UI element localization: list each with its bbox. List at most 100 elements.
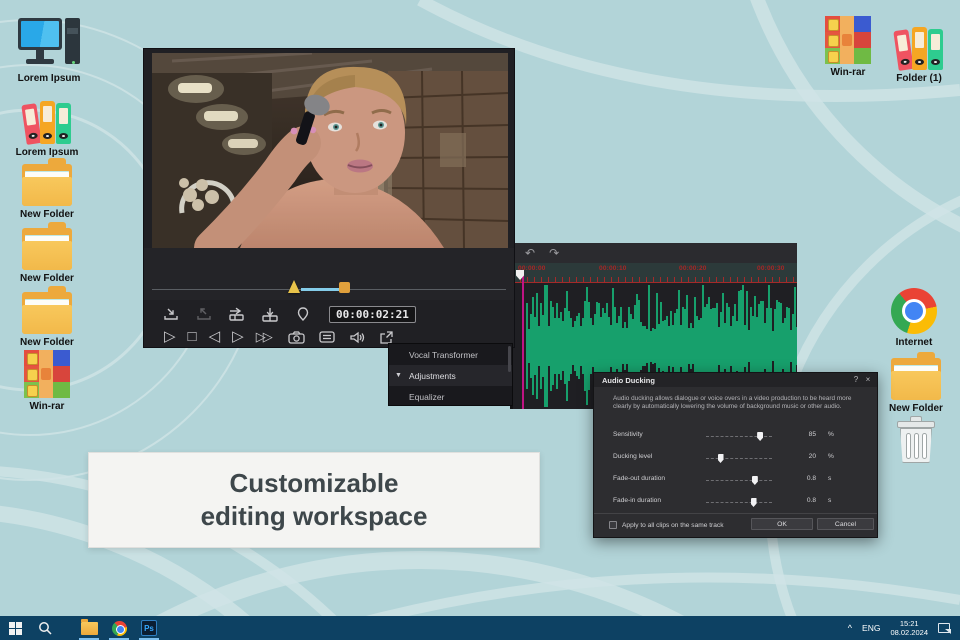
desktop-icon-binders[interactable]: Lorem Ipsum (12, 96, 82, 158)
overwrite-clip-icon[interactable] (228, 306, 246, 322)
clock[interactable]: 15:21 08.02.2024 (890, 619, 928, 637)
winrar-icon (825, 16, 871, 64)
stop-button[interactable]: □ (188, 329, 197, 345)
slider-track[interactable] (706, 436, 772, 437)
taskbar: Ps ^ ENG 15:21 08.02.2024 (0, 616, 960, 640)
dialog-separator (594, 513, 877, 514)
slider-thumb[interactable] (752, 476, 758, 485)
menu-item-label: Vocal Transformer (409, 350, 478, 360)
slider-value: 0.8 (794, 475, 816, 482)
play-button[interactable]: ▷ (164, 329, 176, 345)
close-icon[interactable]: × (863, 375, 873, 384)
trim-out-handle[interactable] (339, 282, 350, 293)
desktop-icon-winrar[interactable]: Win-rar (12, 350, 82, 412)
slider-row-ducking-level: Ducking level 20 % (594, 453, 877, 465)
recycle-bin-icon (897, 416, 935, 464)
desktop-icon-recycle-bin[interactable] (881, 416, 951, 464)
ok-button[interactable]: OK (751, 518, 813, 530)
search-icon (38, 621, 52, 635)
caption-banner: Customizable editing workspace (88, 452, 540, 548)
timecode-display[interactable]: 00:00:02:21 (329, 306, 416, 323)
help-icon[interactable]: ? (851, 375, 861, 384)
previous-frame-button[interactable]: ◁ (209, 329, 221, 345)
winrar-icon (24, 350, 70, 398)
desktop-icon-folder-3[interactable]: New Folder (12, 286, 82, 348)
folder-icon (891, 358, 941, 400)
slider-value: 20 (794, 453, 816, 460)
desktop-icon-winrar-2[interactable]: Win-rar (813, 16, 883, 78)
desktop-icon-label: Internet (879, 337, 949, 348)
windows-logo-icon (9, 622, 22, 635)
slider-unit: s (828, 475, 831, 482)
properties-icon[interactable] (318, 329, 336, 345)
slider-track[interactable] (706, 502, 772, 503)
slider-track[interactable] (706, 458, 772, 459)
slider-thumb[interactable] (718, 454, 724, 463)
insert-clip-icon[interactable] (261, 306, 279, 322)
slider-unit: s (828, 497, 831, 504)
notification-center-icon[interactable] (938, 623, 950, 633)
slider-label: Sensitivity (613, 431, 643, 438)
binders-icon (21, 98, 73, 144)
undo-icon[interactable]: ↶ (525, 247, 535, 259)
taskbar-photoshop[interactable]: Ps (134, 616, 164, 640)
dialog-title: Audio Ducking (594, 376, 655, 385)
taskbar-chrome[interactable] (104, 616, 134, 640)
photoshop-icon: Ps (141, 620, 157, 636)
cancel-button[interactable]: Cancel (817, 518, 874, 530)
slider-thumb[interactable] (751, 498, 757, 507)
audio-toolbar: ↶ ↷ (513, 243, 797, 263)
trim-in-handle[interactable] (288, 280, 300, 293)
slider-unit: % (828, 453, 834, 460)
tray-date: 08.02.2024 (890, 628, 928, 637)
player-toolbar-row1: 00:00:02:21 (152, 301, 508, 327)
mark-out-icon[interactable] (195, 306, 213, 322)
slider-label: Ducking level (613, 453, 652, 460)
mark-in-icon[interactable] (162, 306, 180, 322)
menu-scrollbar[interactable] (508, 346, 511, 372)
slider-thumb[interactable] (757, 432, 763, 441)
next-frame-button[interactable]: ▷ (232, 329, 244, 345)
slider-label: Fade-out duration (613, 475, 665, 482)
seek-selected-range[interactable] (301, 288, 343, 291)
desktop-icon-folder-1[interactable]: New Folder (12, 158, 82, 220)
desktop-icon-label: New Folder (881, 403, 951, 414)
video-preview[interactable] (152, 53, 508, 248)
desktop-icon-label: New Folder (12, 337, 82, 348)
folder-icon (22, 228, 72, 270)
slider-row-fade-in: Fade-in duration 0.8 s (594, 497, 877, 509)
desktop-icon-internet[interactable]: Internet (879, 286, 949, 348)
slider-label: Fade-in duration (613, 497, 661, 504)
menu-item-vocal-transformer[interactable]: Vocal Transformer (389, 344, 512, 365)
slider-row-fade-out: Fade-out duration 0.8 s (594, 475, 877, 487)
menu-item-adjustments[interactable]: ▼ Adjustments (389, 365, 512, 386)
playhead-line (522, 270, 524, 409)
seek-strip (144, 248, 514, 300)
slider-track[interactable] (706, 480, 772, 481)
taskbar-file-explorer[interactable] (74, 616, 104, 640)
fast-forward-button[interactable]: ▷▷ (256, 329, 270, 345)
desktop-icon-folder-4[interactable]: New Folder (881, 352, 951, 414)
snapshot-icon[interactable] (288, 329, 306, 345)
menu-item-equalizer[interactable]: Equalizer (389, 386, 512, 407)
taskbar-search-button[interactable] (30, 616, 60, 640)
apply-all-checkbox[interactable] (609, 521, 617, 529)
desktop-icon-folder-2[interactable]: New Folder (12, 222, 82, 284)
start-button[interactable] (0, 616, 30, 640)
redo-icon[interactable]: ↷ (549, 247, 559, 259)
volume-icon[interactable] (348, 329, 366, 345)
desktop-icon-computer[interactable]: Lorem Ipsum (14, 22, 84, 84)
ruler-label: 00:00:20 (679, 265, 707, 272)
marker-icon[interactable] (294, 306, 312, 322)
caption-line2: editing workspace (201, 500, 428, 533)
folder-icon (22, 292, 72, 334)
desktop-icon-folder-group[interactable]: Folder (1) (884, 22, 954, 84)
chrome-icon (891, 288, 937, 334)
language-indicator[interactable]: ENG (862, 623, 880, 633)
desktop-icon-label: Win-rar (813, 67, 883, 78)
desktop: Lorem Ipsum Lorem Ipsum New Folder New F… (0, 0, 960, 640)
tray-chevron-icon[interactable]: ^ (848, 623, 852, 633)
desktop-icon-label: New Folder (12, 273, 82, 284)
dialog-titlebar[interactable]: Audio Ducking ? × (594, 373, 877, 387)
timeline-ruler[interactable]: 00:00:00 00:00:10 00:00:20 00:00:30 (513, 263, 797, 283)
